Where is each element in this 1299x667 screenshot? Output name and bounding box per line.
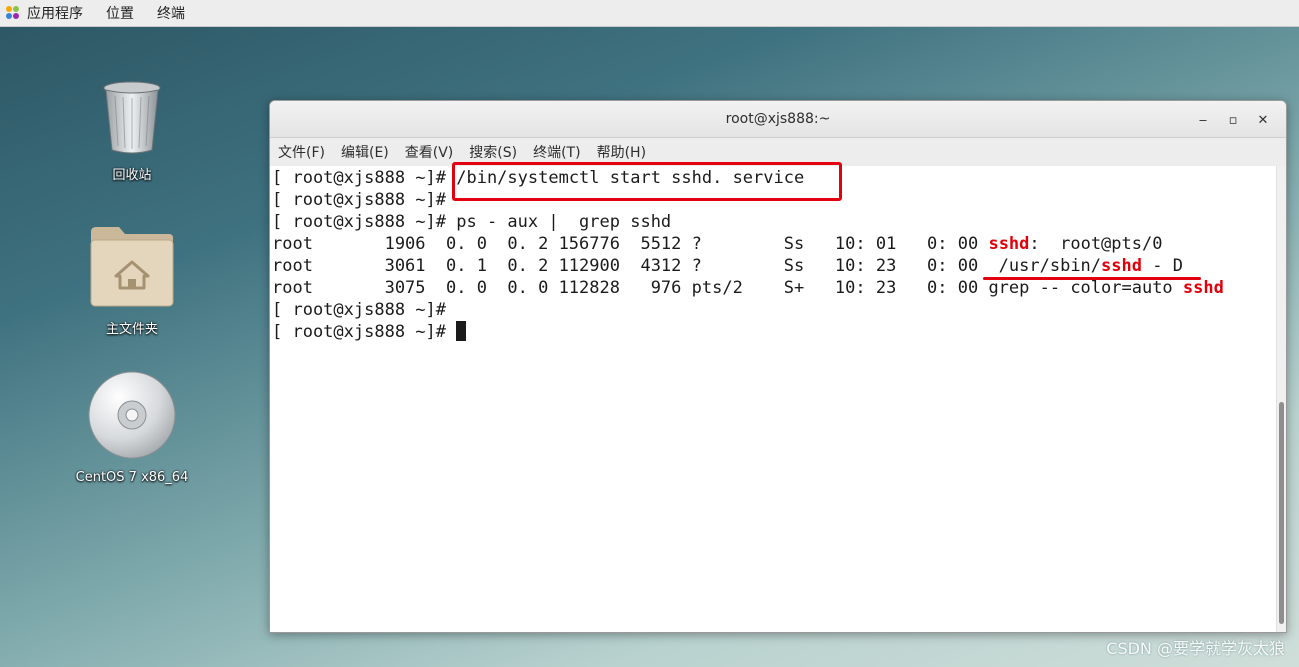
window-titlebar[interactable]: root@xjs888:~ ‒ ▫ ✕ [270,101,1286,138]
menu-view[interactable]: 查看(V) [405,142,454,162]
places-label: 位置 [106,6,134,22]
command: ps - aux | grep sshd [456,212,672,232]
process-row: root 3075 0. 0 0. 0 112828 976 pts/2 S+ … [272,277,1224,299]
match-highlight: sshd [1101,256,1142,276]
match-highlight: sshd [1182,278,1224,298]
menu-help[interactable]: 帮助(H) [597,142,646,162]
places-menu[interactable]: 位置 [106,3,134,23]
process-args: - D [1141,256,1183,276]
prompt: [ root@xjs888 ~]# [272,212,457,232]
desktop-icon-home[interactable]: 主文件夹 [72,224,192,337]
prompt: [ root@xjs888 ~]# [272,300,457,320]
desktop-icon-trash[interactable]: 回收站 [72,80,192,183]
desktop-icon-label: 回收站 [112,168,152,183]
minimize-button[interactable]: ‒ [1188,109,1218,131]
desktop-icon-label: 主文件夹 [105,322,158,337]
match-highlight: sshd [988,234,1030,254]
process-row: root 3061 0. 1 0. 2 112900 4312 ? Ss 10:… [272,255,1183,277]
maximize-button[interactable]: ▫ [1218,109,1248,131]
process-fields: root 3075 0. 0 0. 0 112828 976 pts/2 S+ … [272,278,1183,298]
desktop-icon-cdrom[interactable]: CentOS 7 x86_64 [72,370,192,485]
disc-icon [88,371,176,459]
terminal-line: [ root@xjs888 ~]# [272,189,456,211]
close-icon: ✕ [1257,112,1269,128]
maximize-icon: ▫ [1228,112,1238,128]
text-cursor [456,321,467,341]
terminal-line: [ root@xjs888 ~]# [272,321,467,343]
menu-file[interactable]: 文件(F) [278,142,325,162]
prompt: [ root@xjs888 ~]# [272,190,457,210]
window-title: root@xjs888:~ [725,111,831,127]
applications-menu[interactable]: 应用程序 [6,3,83,23]
terminal-menu[interactable]: 终端 [157,3,185,23]
close-button[interactable]: ✕ [1248,109,1278,131]
terminal-menubar: 文件(F) 编辑(E) 查看(V) 搜索(S) 终端(T) 帮助(H) [270,138,1286,166]
home-folder-icon [90,227,174,307]
menu-edit[interactable]: 编辑(E) [341,142,389,162]
minimize-icon: ‒ [1198,112,1208,128]
top-bar: 应用程序 位置 终端 [0,0,1299,27]
terminal-line: [ root@xjs888 ~]# /bin/systemctl start s… [272,167,804,189]
process-fields: root 1906 0. 0 0. 2 156776 5512 ? Ss 10:… [272,234,989,254]
process-fields: root 3061 0. 1 0. 2 112900 4312 ? Ss 10:… [272,256,1102,276]
terminal-line: [ root@xjs888 ~]# [272,299,456,321]
terminal-line: [ root@xjs888 ~]# ps - aux | grep sshd [272,211,671,233]
prompt: [ root@xjs888 ~]# [272,168,457,188]
process-row: root 1906 0. 0 0. 2 156776 5512 ? Ss 10:… [272,233,1162,255]
watermark: CSDN @要学就学灰太狼 [1106,639,1285,658]
terminal-output[interactable]: [ root@xjs888 ~]# /bin/systemctl start s… [270,166,1277,632]
trash-icon [103,81,161,154]
desktop-icon-label: CentOS 7 x86_64 [75,470,189,485]
applications-label: 应用程序 [27,6,83,22]
terminal-label: 终端 [157,6,185,22]
terminal-window: root@xjs888:~ ‒ ▫ ✕ 文件(F) 编辑(E) 查看(V) 搜索… [269,100,1287,633]
prompt: [ root@xjs888 ~]# [272,322,457,342]
command: /bin/systemctl start sshd. service [456,168,805,188]
process-args: : root@pts/0 [1029,234,1163,254]
applications-icon [6,6,20,20]
scrollbar-thumb[interactable] [1279,402,1284,624]
terminal-scrollbar[interactable] [1276,166,1286,632]
menu-terminal[interactable]: 终端(T) [533,142,580,162]
menu-search[interactable]: 搜索(S) [469,142,517,162]
